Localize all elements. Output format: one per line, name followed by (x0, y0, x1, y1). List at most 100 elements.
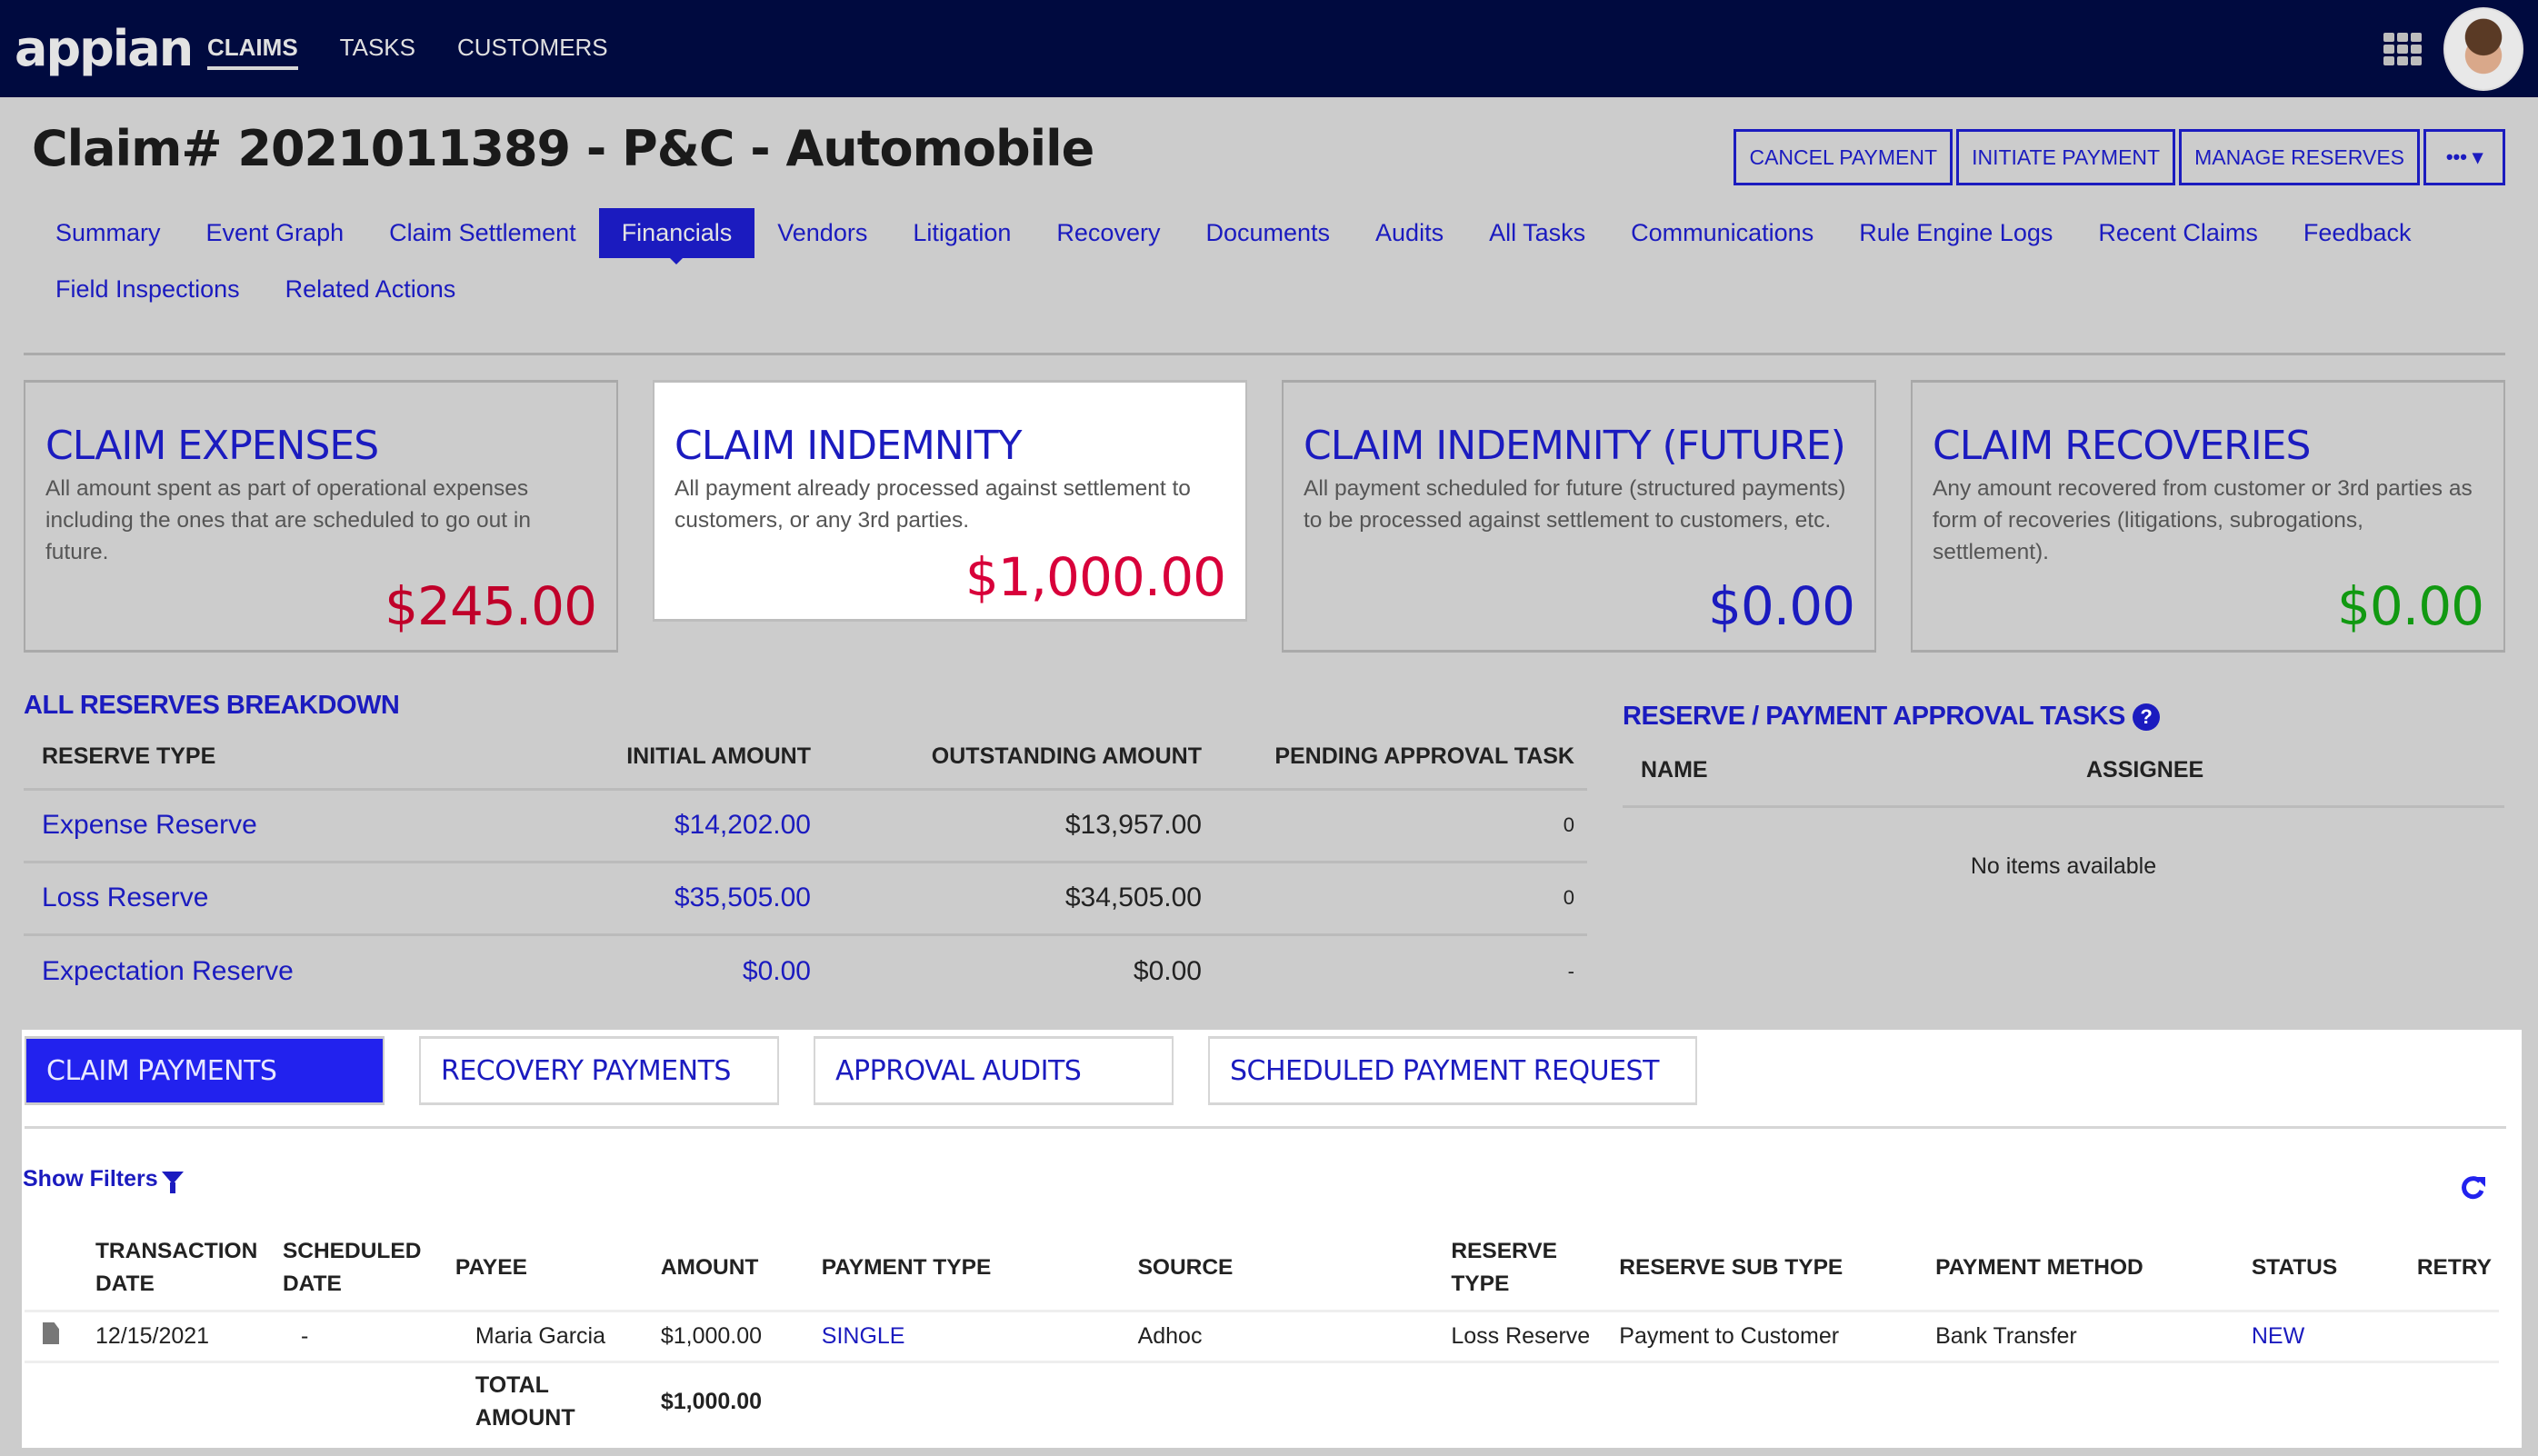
source: Adhoc (1130, 1311, 1444, 1363)
col-scheduled-date: SCHEDULED DATE (275, 1230, 448, 1312)
tab-rule-engine-logs[interactable]: Rule Engine Logs (1836, 208, 2075, 258)
payments-tabs: CLAIM PAYMENTS RECOVERY PAYMENTS APPROVA… (25, 1036, 1697, 1105)
reserves-breakdown: ALL RESERVES BREAKDOWN RESERVE TYPE INIT… (24, 691, 1587, 1007)
status-link[interactable]: NEW (2243, 1311, 2410, 1363)
reserve-type-link[interactable]: Expense Reserve (24, 789, 533, 863)
tab-claim-settlement[interactable]: Claim Settlement (366, 208, 599, 258)
tab-communications[interactable]: Communications (1608, 208, 1836, 258)
record-tabs: Summary Event Graph Claim Settlement Fin… (33, 208, 2505, 321)
col-assignee: ASSIGNEE (2086, 757, 2204, 783)
col-status: STATUS (2243, 1230, 2410, 1312)
tab-scheduled-payment-request[interactable]: SCHEDULED PAYMENT REQUEST (1208, 1036, 1697, 1105)
card-title: CLAIM INDEMNITY (FUTURE) (1304, 423, 1846, 469)
col-reserve-sub-type: RESERVE SUB TYPE (1612, 1230, 1929, 1312)
apps-grid-icon[interactable] (2383, 33, 2422, 65)
card-value: $0.00 (1707, 575, 1855, 637)
tab-approval-audits[interactable]: APPROVAL AUDITS (814, 1036, 1174, 1105)
outstanding-amount: $0.00 (1133, 955, 1202, 986)
outstanding-amount: $13,957.00 (824, 789, 1214, 863)
tab-event-graph[interactable]: Event Graph (184, 208, 367, 258)
show-filters-link[interactable]: Show Filters (23, 1166, 184, 1193)
show-filters-label: Show Filters (23, 1166, 158, 1192)
tab-claim-payments[interactable]: CLAIM PAYMENTS (25, 1036, 385, 1105)
tab-summary[interactable]: Summary (33, 208, 184, 258)
reserve-type-link[interactable]: Expectation Reserve (24, 934, 533, 1007)
initial-amount-link[interactable]: $0.00 (533, 934, 824, 1007)
approval-tasks-title-text: RESERVE / PAYMENT APPROVAL TASKS (1623, 702, 2125, 731)
col-payment-method: PAYMENT METHOD (1928, 1230, 2244, 1312)
tab-recovery[interactable]: Recovery (1034, 208, 1183, 258)
col-pending-approval-task: PENDING APPROVAL TASK (1214, 743, 1587, 791)
cancel-payment-button[interactable]: CANCEL PAYMENT (1734, 129, 1953, 185)
tab-related-actions[interactable]: Related Actions (263, 264, 479, 314)
manage-reserves-button[interactable]: MANAGE RESERVES (2179, 129, 2420, 185)
tab-documents[interactable]: Documents (1183, 208, 1353, 258)
col-icon (25, 1230, 88, 1312)
reserves-table: RESERVE TYPE INITIAL AMOUNT OUTSTANDING … (24, 743, 1587, 1007)
nav-customers[interactable]: CUSTOMERS (457, 0, 608, 97)
outstanding-amount: $34,505.00 (824, 862, 1214, 936)
payment-method: Bank Transfer (1928, 1311, 2244, 1363)
total-row: TOTAL AMOUNT $1,000.00 (25, 1362, 2499, 1441)
refresh-icon[interactable] (2460, 1173, 2487, 1201)
card-value: $0.00 (2336, 575, 2484, 637)
tab-recent-claims[interactable]: Recent Claims (2075, 208, 2281, 258)
total-amount: $1,000.00 (660, 1389, 763, 1415)
col-payment-type: PAYMENT TYPE (814, 1230, 1131, 1312)
retry (2409, 1311, 2499, 1363)
reserve-type: Loss Reserve (1444, 1311, 1613, 1363)
col-amount: AMOUNT (653, 1230, 814, 1312)
card-title: CLAIM EXPENSES (45, 423, 379, 469)
col-reserve-type: RESERVE TYPE (1444, 1230, 1613, 1312)
payee: Maria Garcia (447, 1311, 654, 1363)
payments-grid: TRANSACTION DATE SCHEDULED DATE PAYEE AM… (25, 1230, 2499, 1441)
approval-tasks-title: RESERVE / PAYMENT APPROVAL TASKS ? (1623, 702, 2504, 732)
approval-tasks: RESERVE / PAYMENT APPROVAL TASKS ? NAME … (1623, 702, 2504, 880)
card-claim-indemnity[interactable]: CLAIM INDEMNITY All payment already proc… (653, 380, 1247, 622)
amount: $1,000.00 (653, 1311, 814, 1363)
col-payee: PAYEE (447, 1230, 654, 1312)
card-description: All payment scheduled for future (struct… (1304, 476, 1846, 533)
document-icon[interactable] (43, 1322, 59, 1344)
tab-field-inspections[interactable]: Field Inspections (33, 264, 263, 314)
tab-financials[interactable]: Financials (598, 208, 755, 264)
initiate-payment-button[interactable]: INITIATE PAYMENT (1956, 129, 2176, 185)
col-initial-amount: INITIAL AMOUNT (533, 743, 824, 791)
tab-litigation[interactable]: Litigation (890, 208, 1034, 258)
empty-state: No items available (1970, 853, 2157, 879)
tab-feedback[interactable]: Feedback (2281, 208, 2434, 258)
more-actions-dropdown[interactable]: ••• ▾ (2423, 129, 2505, 185)
payment-type-link[interactable]: SINGLE (814, 1311, 1131, 1363)
transaction-date: 12/15/2021 (87, 1311, 275, 1363)
top-nav-bar: appian CLAIMS TASKS CUSTOMERS (0, 0, 2538, 97)
col-name: NAME (1641, 757, 1708, 783)
tab-audits[interactable]: Audits (1353, 208, 1466, 258)
card-value: $245.00 (385, 575, 597, 637)
tab-all-tasks[interactable]: All Tasks (1466, 208, 1608, 258)
filter-icon (161, 1171, 184, 1193)
divider (25, 1126, 2506, 1129)
tab-recovery-payments[interactable]: RECOVERY PAYMENTS (419, 1036, 779, 1105)
header-actions: CANCEL PAYMENT INITIATE PAYMENT MANAGE R… (1734, 129, 2505, 185)
divider (24, 353, 2505, 355)
initial-amount-link[interactable]: $35,505.00 (533, 862, 824, 936)
table-row: Expectation Reserve $0.00 $0.00 - (24, 934, 1587, 1007)
reserve-type-link[interactable]: Loss Reserve (24, 862, 533, 936)
appian-logo[interactable]: appian (15, 20, 194, 77)
help-icon[interactable]: ? (2132, 703, 2160, 731)
pending-approval-count: 0 (1214, 789, 1587, 863)
user-avatar[interactable] (2443, 7, 2523, 91)
summary-cards: CLAIM EXPENSES All amount spent as part … (24, 380, 2505, 653)
table-row: Expense Reserve $14,202.00 $13,957.00 0 (24, 789, 1587, 863)
card-claim-expenses[interactable]: CLAIM EXPENSES All amount spent as part … (24, 380, 618, 653)
payments-section: CLAIM PAYMENTS RECOVERY PAYMENTS APPROVA… (22, 1030, 2522, 1448)
tab-vendors[interactable]: Vendors (754, 208, 890, 258)
initial-amount-link[interactable]: $14,202.00 (533, 789, 824, 863)
card-claim-indemnity-future[interactable]: CLAIM INDEMNITY (FUTURE) All payment sch… (1282, 380, 1876, 653)
nav-claims[interactable]: CLAIMS (207, 0, 298, 97)
nav-tasks[interactable]: TASKS (340, 0, 415, 97)
total-label: TOTAL AMOUNT (475, 1372, 575, 1431)
col-transaction-date: TRANSACTION DATE (87, 1230, 275, 1312)
card-description: All payment already processed against se… (674, 476, 1191, 533)
card-claim-recoveries[interactable]: CLAIM RECOVERIES Any amount recovered fr… (1911, 380, 2505, 653)
